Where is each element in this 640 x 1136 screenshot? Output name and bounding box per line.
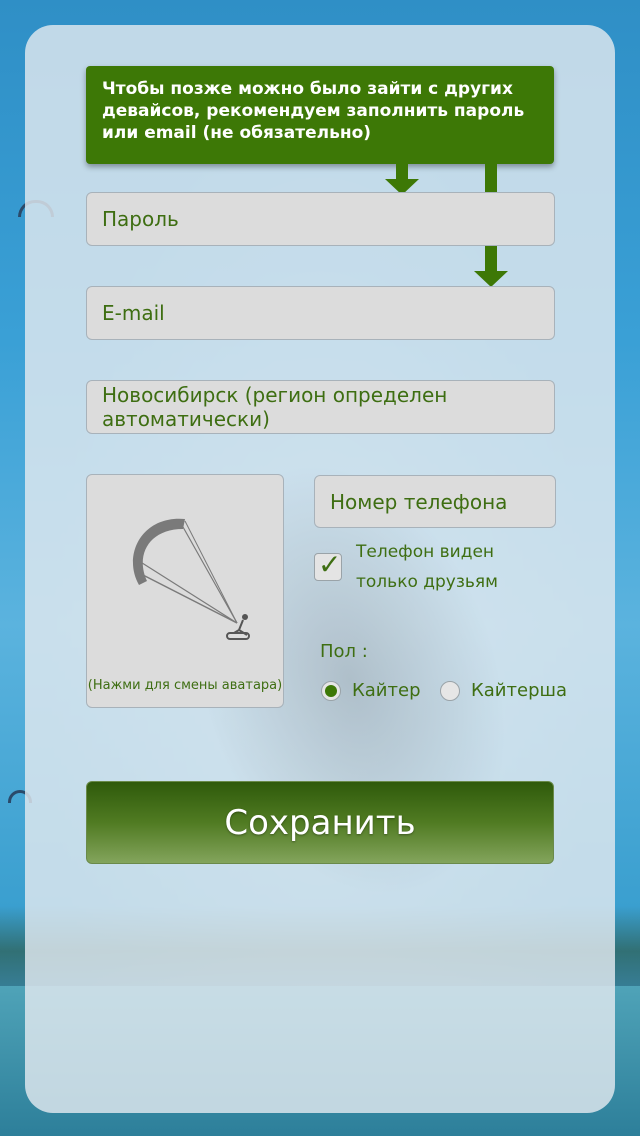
gender-radio-kiter[interactable] — [321, 681, 341, 701]
password-field[interactable] — [86, 192, 555, 246]
hint-arrow-email-head — [474, 271, 508, 287]
email-field[interactable] — [86, 286, 555, 340]
save-button[interactable]: Сохранить — [86, 781, 554, 864]
phone-visibility-label: Телефон виден только друзьям — [356, 542, 498, 592]
hint-arrow-password — [396, 164, 408, 180]
phone-visibility-checkbox[interactable]: ✓ — [314, 548, 342, 581]
hint-text: Чтобы позже можно было зайти с других де… — [102, 79, 525, 143]
region-field[interactable]: Новосибирск (регион определен автоматиче… — [86, 380, 555, 434]
checkmark-icon: ✓ — [318, 548, 342, 581]
kitesurfer-icon — [132, 518, 250, 640]
gender-option-kiter-label[interactable]: Кайтер — [352, 680, 421, 701]
gender-radio-kitersha[interactable] — [440, 681, 460, 701]
gender-option-kitersha-label[interactable]: Кайтерша — [471, 680, 567, 701]
avatar-caption: (Нажми для смены аватара) — [87, 678, 283, 693]
gender-label: Пол : — [320, 641, 368, 662]
avatar-picker[interactable]: (Нажми для смены аватара) — [86, 474, 284, 708]
region-value: Новосибирск (регион определен автоматиче… — [102, 383, 448, 431]
phone-field[interactable] — [314, 475, 556, 528]
hint-tooltip: Чтобы позже можно было зайти с других де… — [86, 66, 554, 164]
